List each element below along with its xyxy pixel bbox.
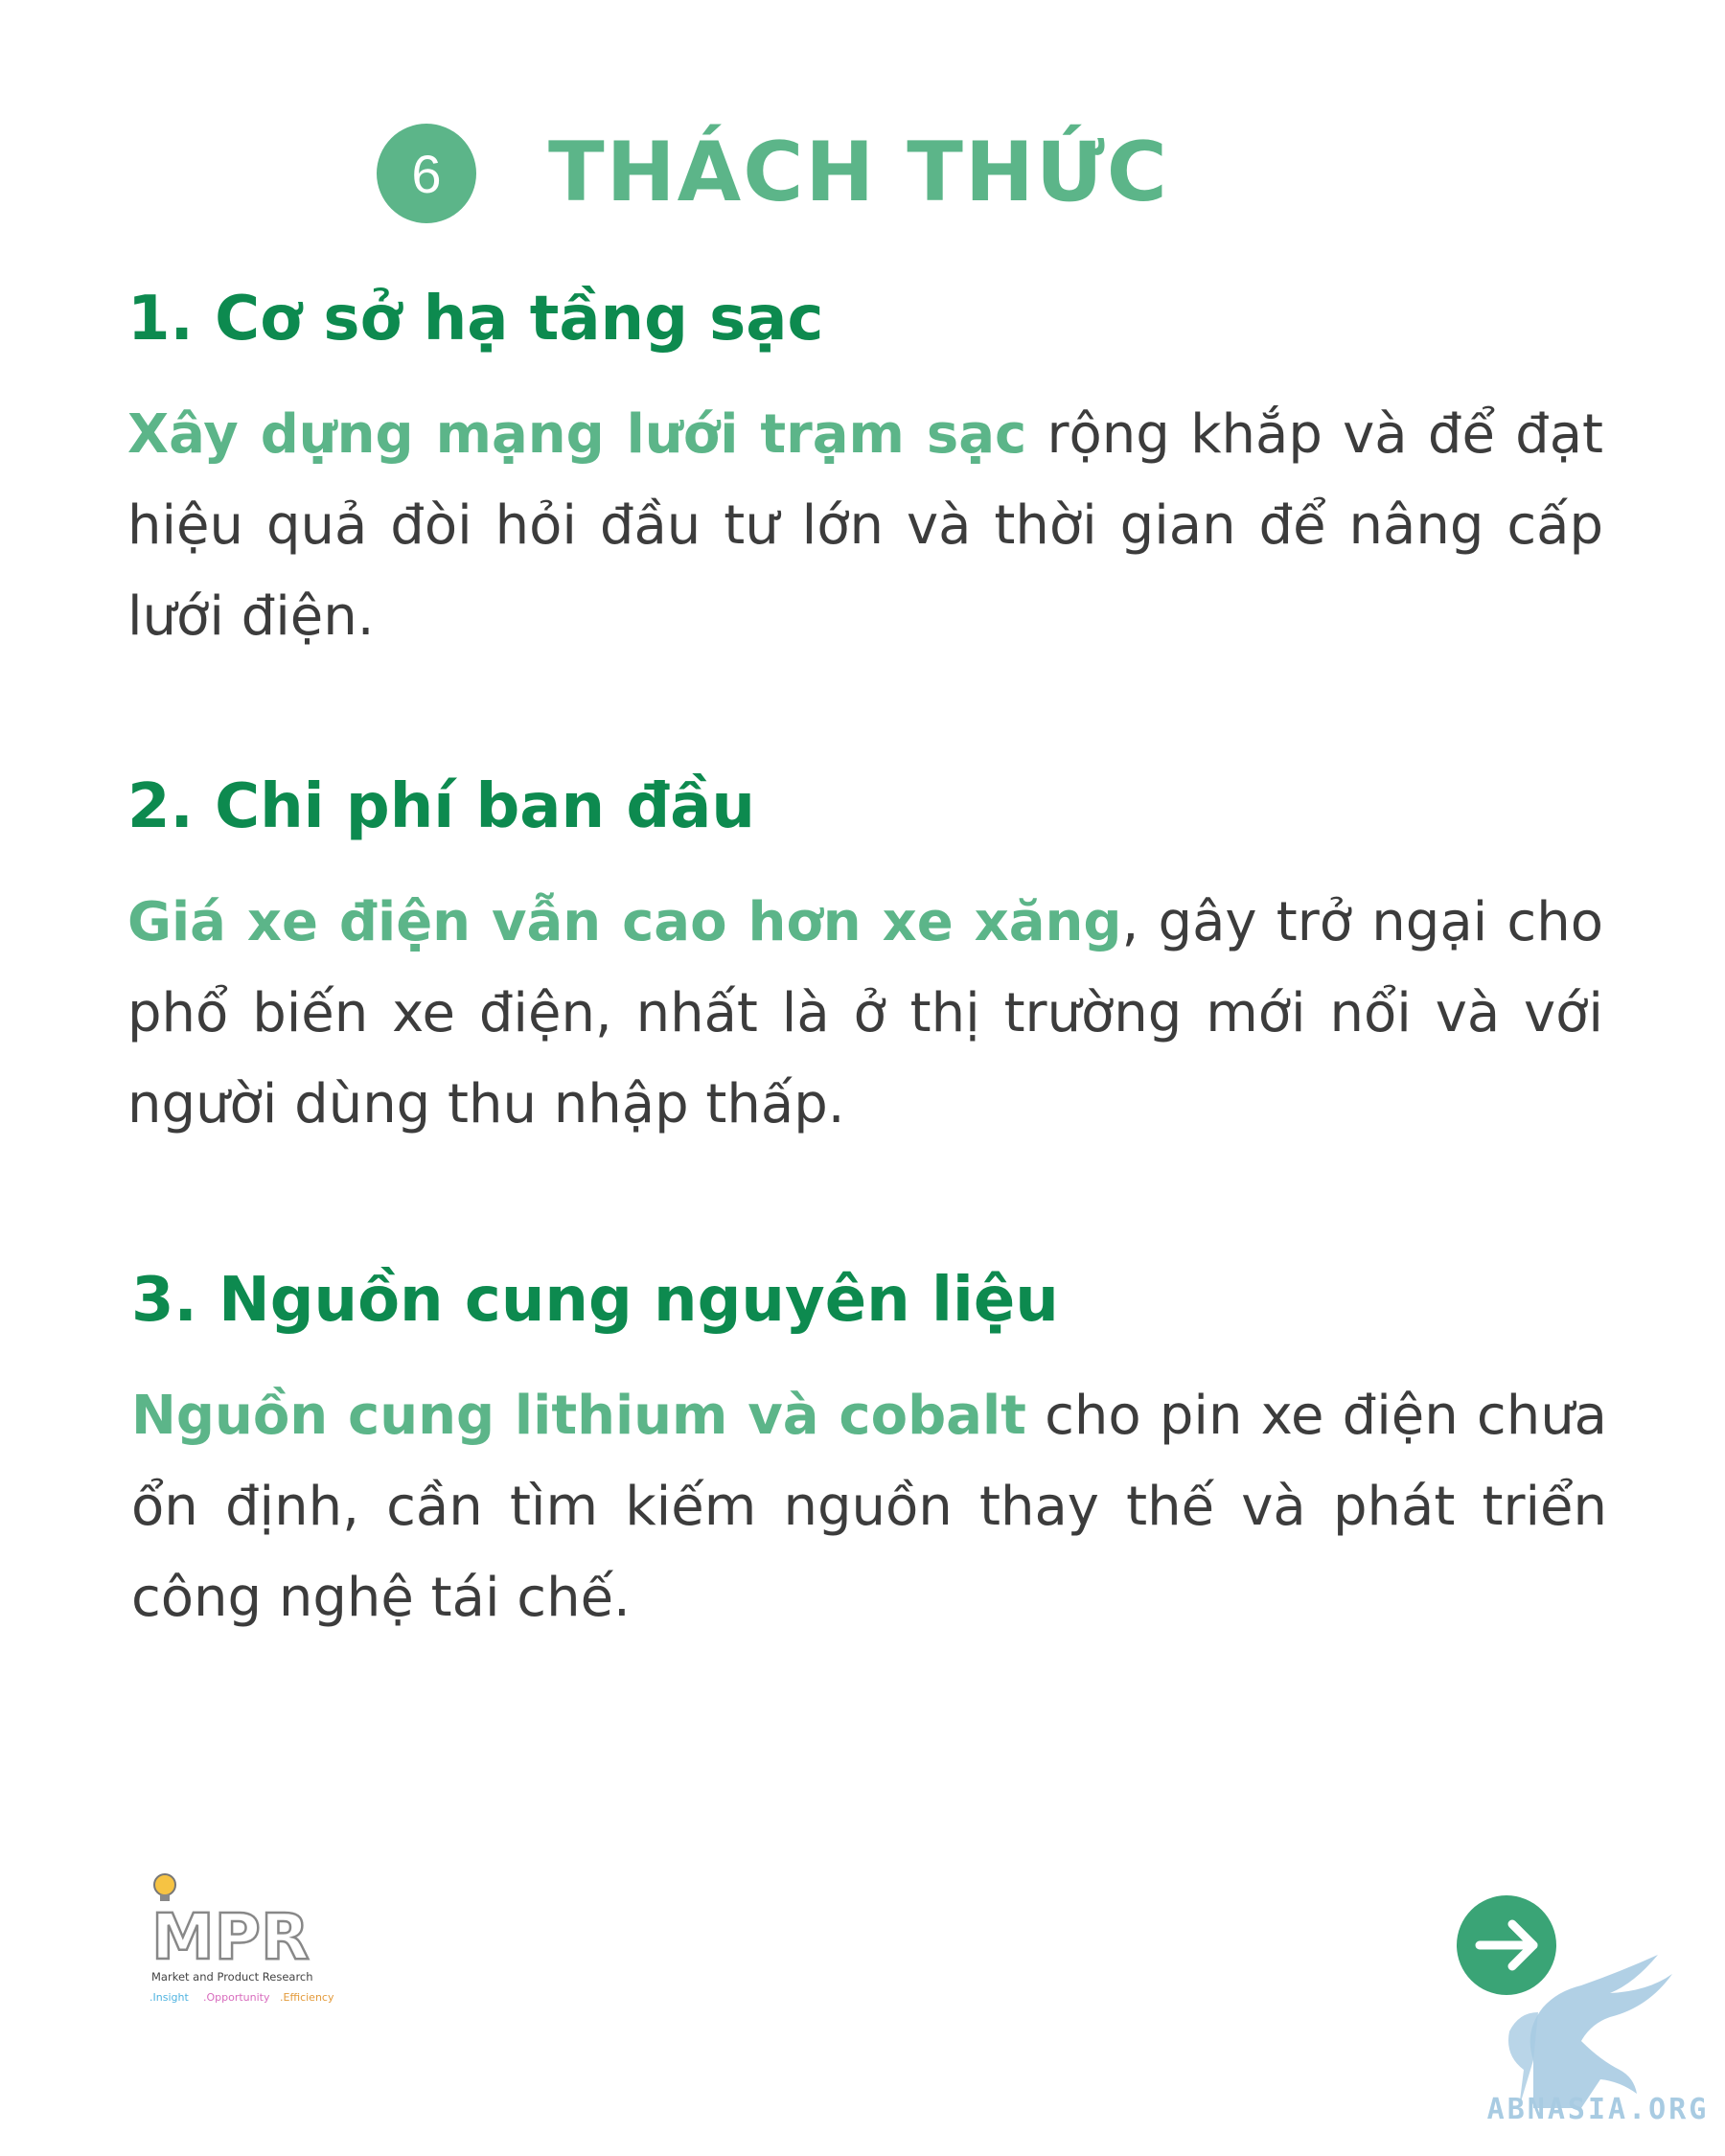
section-heading: 3. Nguồn cung nguyên liệu <box>131 1265 1059 1336</box>
section-heading: 1. Cơ sở hạ tầng sạc <box>127 284 824 355</box>
svg-text:MPR: MPR <box>151 1900 310 1974</box>
challenge-section-2: 2. Chi phí ban đầu Giá xe điện vẫn cao h… <box>127 764 1603 1150</box>
page-header: 6 THÁCH THỨC <box>0 115 1725 230</box>
watermark-text: ABNASIA.ORG <box>1486 2093 1710 2126</box>
section-body: Nguồn cung lithium và cobalt cho pin xe … <box>131 1370 1607 1643</box>
svg-text:.Efficiency: .Efficiency <box>280 1991 334 2004</box>
body-highlight: Xây dựng mạng lưới trạm sạc <box>127 403 1027 466</box>
svg-text:Market and Product Research: Market and Product Research <box>151 1970 313 1984</box>
arrow-right-icon <box>1475 1919 1538 1971</box>
section-body: Giá xe điện vẫn cao hơn xe xăng, gây trở… <box>127 877 1603 1150</box>
section-body: Xây dựng mạng lưới trạm sạc rộng khắp và… <box>127 389 1603 662</box>
challenge-section-3: 3. Nguồn cung nguyên liệu Nguồn cung lit… <box>131 1257 1607 1643</box>
body-highlight: Nguồn cung lithium và cobalt <box>131 1385 1026 1447</box>
section-number-badge: 6 <box>377 124 476 223</box>
page-title: THÁCH THỨC <box>548 125 1169 220</box>
svg-text:.Opportunity: .Opportunity <box>203 1991 270 2004</box>
svg-text:.Insight: .Insight <box>150 1991 189 2004</box>
next-page-button[interactable] <box>1457 1895 1556 1995</box>
mpr-logo: MPR Market and Product Research .Insight… <box>146 1869 337 2012</box>
section-heading: 2. Chi phí ban đầu <box>127 771 755 842</box>
lightbulb-icon <box>153 1873 176 1896</box>
body-highlight: Giá xe điện vẫn cao hơn xe xăng <box>127 891 1122 953</box>
challenge-section-1: 1. Cơ sở hạ tầng sạc Xây dựng mạng lưới … <box>127 276 1603 662</box>
